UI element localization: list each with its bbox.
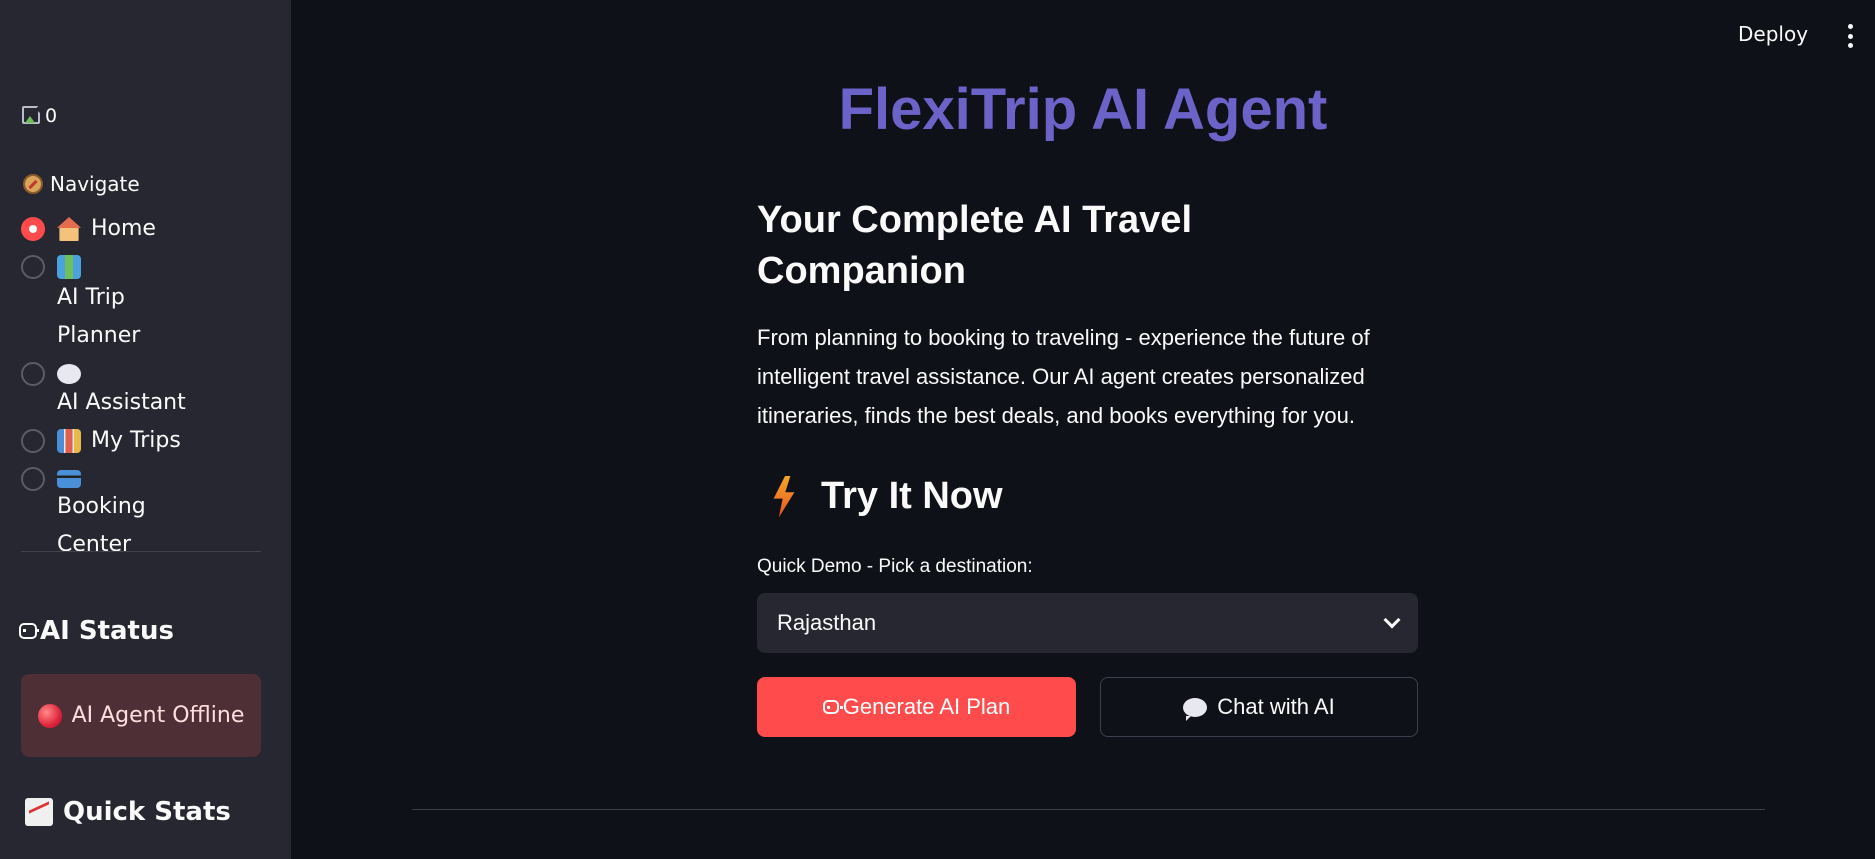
map-icon: [57, 255, 81, 279]
radio-button-selected[interactable]: [21, 217, 45, 241]
nav-radio-group: Home AI Trip Planner AI Assistant My Tri…: [21, 210, 261, 564]
radio-button[interactable]: [21, 467, 45, 491]
destination-select[interactable]: Rajasthan: [757, 593, 1418, 653]
hero-heading: Your Complete AI Travel Companion: [757, 199, 1192, 292]
chart-increasing-icon: [25, 798, 53, 826]
robot-icon: [822, 700, 843, 714]
navigate-label-text: Navigate: [50, 172, 140, 196]
try-it-now-text: Try It Now: [821, 475, 1003, 517]
chevron-down-icon[interactable]: [1383, 611, 1401, 629]
sidebar: 0 Navigate Home AI Trip Planner AI Assis…: [0, 0, 291, 859]
nav-item-label: AI Trip Planner: [57, 285, 141, 348]
nav-item-ai-assistant[interactable]: AI Assistant: [21, 355, 261, 422]
nav-item-home[interactable]: Home: [21, 210, 261, 248]
house-icon: [57, 217, 81, 241]
try-it-now-heading: Try It Now: [771, 475, 1003, 518]
generate-ai-plan-label: Generate AI Plan: [842, 694, 1011, 719]
sidebar-divider: [21, 551, 261, 552]
quick-stats-heading-text: Quick Stats: [63, 797, 231, 827]
chat-with-ai-button[interactable]: Chat with AI: [1100, 677, 1418, 737]
robot-icon: [19, 623, 39, 639]
ai-status-text: AI Agent Offline: [71, 703, 245, 728]
nav-item-my-trips[interactable]: My Trips: [21, 422, 261, 460]
more-vert-icon[interactable]: [1846, 24, 1854, 48]
main-divider: [412, 809, 1765, 810]
speech-balloon-icon: [1183, 697, 1208, 721]
quick-stats-heading: Quick Stats: [25, 797, 231, 827]
radio-button[interactable]: [21, 429, 45, 453]
ai-status-heading-text: AI Status: [40, 616, 174, 646]
destination-select-label: Quick Demo - Pick a destination:: [757, 556, 1033, 577]
red-circle-icon: [37, 703, 62, 728]
navigate-label: Navigate: [23, 172, 140, 196]
ai-status-heading: AI Status: [19, 616, 174, 646]
nav-item-booking-center[interactable]: Booking Center: [21, 460, 261, 564]
chat-with-ai-label: Chat with AI: [1217, 694, 1335, 719]
nav-item-label: Booking Center: [57, 494, 146, 557]
radio-button[interactable]: [21, 362, 45, 386]
nav-item-label: Home: [91, 216, 156, 241]
sidebar-logo: 0: [21, 102, 57, 127]
compass-icon: [23, 174, 43, 194]
nav-item-ai-trip-planner[interactable]: AI Trip Planner: [21, 248, 261, 355]
hero-description: From planning to booking to traveling - …: [757, 325, 1370, 428]
bar-chart-icon: [57, 429, 81, 453]
broken-image-icon: [21, 102, 49, 127]
nav-item-label: AI Assistant: [57, 390, 186, 415]
lightning-icon: [773, 475, 795, 518]
page-title: FlexiTrip AI Agent: [838, 77, 1328, 142]
nav-item-label: My Trips: [91, 428, 181, 453]
speech-balloon-icon: [57, 364, 81, 384]
radio-button[interactable]: [21, 255, 45, 279]
deploy-button[interactable]: Deploy: [1738, 22, 1808, 46]
app-window: 0 Navigate Home AI Trip Planner AI Assis…: [0, 0, 1875, 859]
credit-card-icon: [57, 470, 81, 488]
generate-ai-plan-button[interactable]: Generate AI Plan: [757, 677, 1076, 737]
ai-status-alert: AI Agent Offline: [21, 674, 261, 757]
destination-select-value: Rajasthan: [777, 610, 877, 635]
